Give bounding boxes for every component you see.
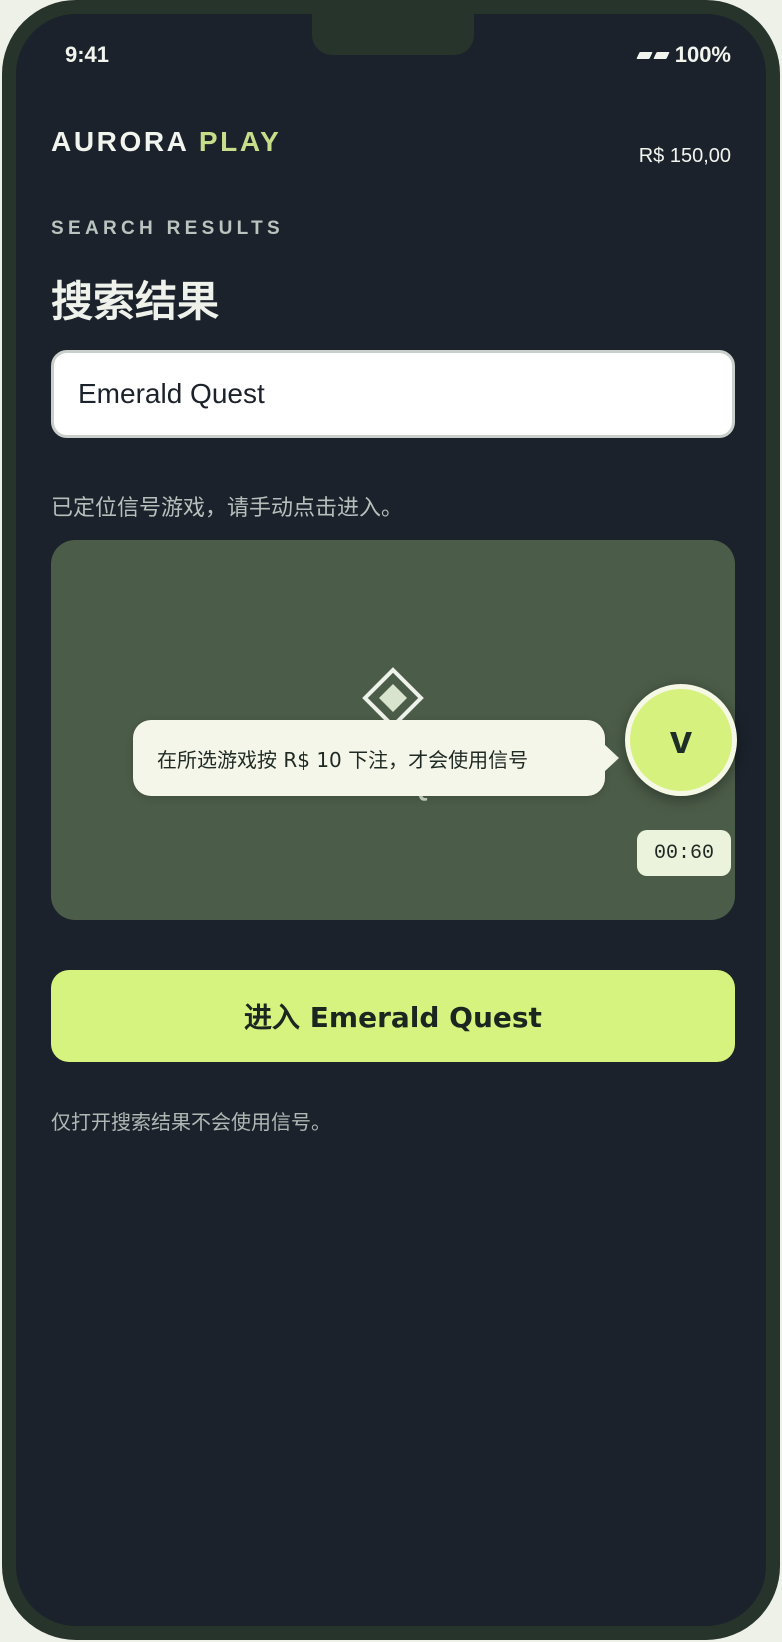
brand-primary: AURORA (51, 126, 189, 157)
section-eyebrow: SEARCH RESULTS (51, 218, 284, 239)
status-indicators: 100% (636, 42, 731, 68)
wallet-balance: R$ 150,00 (638, 145, 731, 167)
brand-logo: AURORA PLAY (51, 126, 281, 158)
search-input[interactable] (51, 350, 735, 438)
signal-timer: 00:60 (637, 830, 731, 876)
signal-badge-button[interactable]: v (625, 684, 737, 796)
brand-accent: PLAY (198, 126, 282, 157)
page-title: 搜索结果 (51, 277, 220, 326)
signal-tooltip: 在所选游戏按 R$ 10 下注，才会使用信号 (133, 720, 619, 796)
notch (312, 14, 474, 55)
footnote: 仅打开搜索结果不会使用信号。 (51, 1110, 331, 1134)
phone-frame: 9:41 100% AURORA PLAY R$ 150,00 SEARCH R… (2, 0, 780, 1640)
status-time: 9:41 (65, 42, 110, 67)
battery-level: 100% (674, 42, 731, 67)
enter-game-button[interactable]: 进入 Emerald Quest (51, 970, 735, 1062)
signal-icon (636, 51, 670, 59)
helper-text: 已定位信号游戏，请手动点击进入。 (51, 496, 404, 521)
